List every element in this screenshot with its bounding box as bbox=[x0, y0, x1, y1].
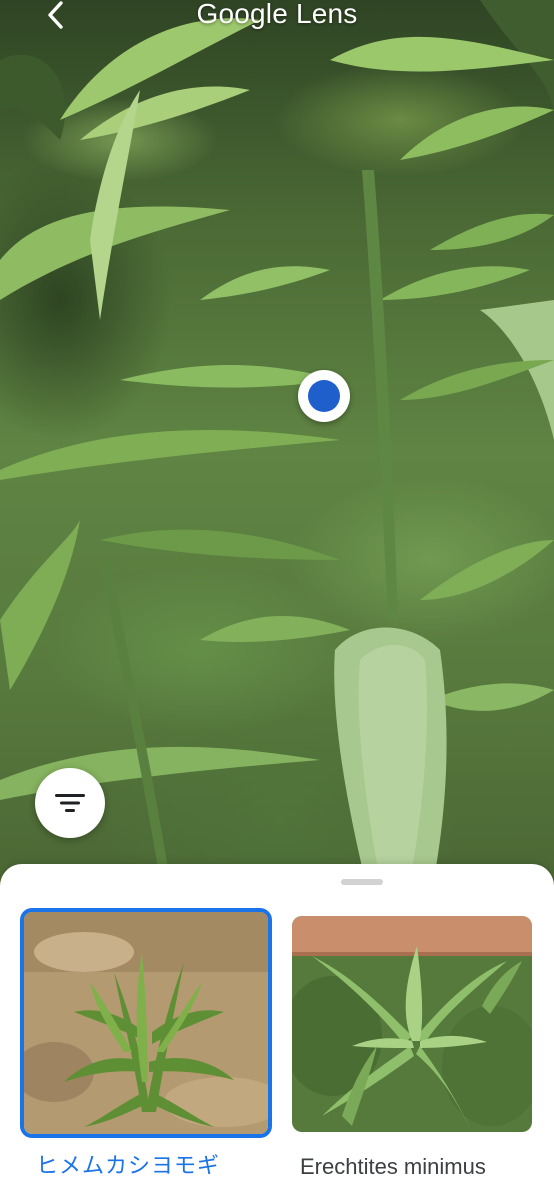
top-bar: Google Lens bbox=[0, 0, 554, 40]
results-sheet[interactable]: ヒメムカシヨモギ Erechtites minimus bbox=[0, 864, 554, 1200]
sheet-drag-handle[interactable] bbox=[341, 879, 383, 885]
filter-button[interactable] bbox=[35, 768, 105, 838]
result-label-2[interactable]: Erechtites minimus bbox=[300, 1154, 486, 1180]
result-card-1[interactable]: ヒメムカシヨモギ bbox=[20, 908, 272, 1179]
app-title: Google Lens bbox=[196, 0, 358, 29]
result-thumbnail-2 bbox=[292, 916, 532, 1132]
result-image-1 bbox=[24, 912, 268, 1134]
filter-list-icon bbox=[55, 794, 85, 812]
focus-dot-icon[interactable] bbox=[298, 370, 350, 422]
plant-photo bbox=[0, 0, 554, 900]
camera-photo-view[interactable]: Google Lens bbox=[0, 0, 554, 900]
result-image-2 bbox=[292, 916, 532, 1132]
result-label-1[interactable]: ヒメムカシヨモギ bbox=[36, 1148, 220, 1180]
focus-dot-center bbox=[308, 380, 340, 412]
result-card-2[interactable]: Erechtites minimus bbox=[292, 908, 532, 1179]
result-thumbnail-1 bbox=[20, 908, 272, 1138]
